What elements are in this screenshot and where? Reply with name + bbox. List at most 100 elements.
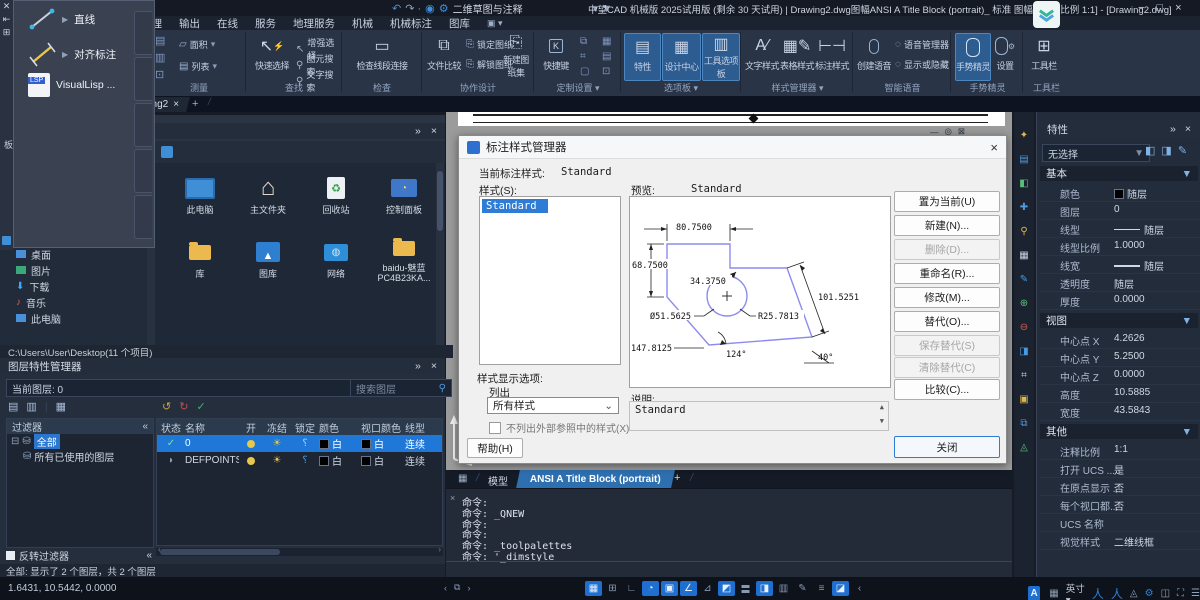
quick-select-button[interactable]: ↖⚡ 快速选择 [250,33,294,79]
quick-select-icon[interactable]: ✎ [1178,144,1187,157]
share-icon[interactable]: ◬ [1130,588,1138,599]
check-segments-button[interactable]: ▭ 检查线段连接 [346,33,418,79]
side-toolbar-icon[interactable]: ⊕ [1017,296,1032,311]
menu-tab-online[interactable]: 在线 [217,16,238,31]
window-layout-icon[interactable]: ◫ [1161,588,1170,599]
voice-toggle-button[interactable]: ◌显示或隐藏 [895,58,949,71]
apply-icon[interactable]: ✓ [196,400,205,413]
minimize-icon[interactable]: − [1138,2,1144,14]
tool-palettes-button[interactable]: ▥ 工具选项板 [702,33,740,81]
settings-gear-icon[interactable]: ⚙ [1145,588,1154,599]
section-other[interactable]: 其他▼ [1040,424,1198,439]
palette-item-visuallisp[interactable]: LSP VisualLisp ... [28,73,115,97]
prop-row-layer[interactable]: 图层0 [1040,201,1200,220]
redo-icon[interactable]: ↷ · [405,2,421,15]
side-toolbar-icon[interactable]: ◨ [1017,344,1032,359]
otrack-toggle-icon[interactable]: ∠ [680,581,697,596]
side-toolbar-icon[interactable]: ⚲ [1017,224,1032,239]
tree-item-music[interactable]: ♪音乐 [0,294,152,310]
prop-row-linetype[interactable]: 线型随层 [1040,219,1200,238]
menu-tab-mech-dim[interactable]: 机械标注 [390,16,432,31]
explorer-close-icon[interactable]: × [431,125,437,137]
explorer-item-home[interactable]: ⌂ 主文件夹 [236,173,300,216]
modify-style-button[interactable]: 修改(M)... [894,287,1000,308]
palette-tab[interactable] [134,57,152,101]
new-doc-tab-button[interactable]: + [192,98,198,110]
annotation-a-icon[interactable]: A [1028,586,1040,600]
tree-item-pictures[interactable]: 图片 [0,262,152,278]
menu-tab-mech[interactable]: 机械 [352,16,373,31]
menu-tab-library[interactable]: 图库 [449,16,470,31]
prop-row-ucs-name[interactable]: UCS 名称 [1040,513,1200,532]
compare-button[interactable]: 比较(C)... [894,379,1000,400]
prop-row-visual-style[interactable]: 视觉样式二维线框 [1040,531,1200,550]
palette-tab[interactable] [134,103,152,147]
side-toolbar-icon[interactable]: ✎ [1017,272,1032,287]
assistant-icon[interactable]: 人 [1092,585,1104,600]
prop-row-thickness[interactable]: 厚度0.0000 [1040,291,1200,310]
linetype[interactable]: 连续 [405,435,439,452]
explorer-item-recycle-bin[interactable]: ♻ 回收站 [304,173,368,216]
new-layer-vp-icon[interactable]: ▥ [26,400,36,413]
ribbon-collapse-icon[interactable]: ▣ ▾ [487,18,503,29]
snap-toggle-icon[interactable]: ⊞ [604,581,621,596]
status-menu-icon[interactable]: ☰ [1191,588,1200,599]
area-button[interactable]: ▱面积▾ [179,38,215,51]
layer-hscrollbar[interactable]: ‹› [156,548,443,556]
gear-icon[interactable]: ⚙ [439,2,449,15]
layer-collapse-icon[interactable]: » [415,360,421,372]
dim-style-button[interactable]: ⊢⊣ 标注样式 [815,33,849,79]
transparency-toggle-icon[interactable]: ◨ [756,581,773,596]
filter-item-all[interactable]: ⊟⛁全部 [7,434,153,449]
layer-color[interactable]: 白 [319,452,361,469]
tree-item-this-pc[interactable]: 此电脑 [0,310,152,326]
prop-row-lineweight[interactable]: 线宽随层 [1040,255,1200,274]
spinner-up-icon[interactable]: ▲ [880,403,884,411]
style-listbox[interactable]: Standard [479,196,621,365]
prop-row-ucs-on[interactable]: 打开 UCS ...是 [1040,459,1200,478]
gesture-settings-button[interactable]: ⚙ 设置 [991,33,1019,79]
side-toolbar-icon[interactable]: ✦ [1017,128,1032,143]
properties-collapse-icon[interactable]: » [1170,123,1176,135]
linetype[interactable]: 连续 [405,452,439,469]
assistant-icon[interactable]: 人 [1111,585,1123,600]
doc-tab-close-icon[interactable]: × [173,99,179,110]
undo-layer-icon[interactable]: ↺ [162,400,171,413]
style-list-item-standard[interactable]: Standard [482,199,548,213]
explorer-item-network[interactable]: ◍ 网络 [304,237,368,280]
tab-ansi-a[interactable]: ANSI A Title Block (portrait) [516,470,675,488]
new-sheetset-button[interactable]: ⎘ 新建图纸集 [500,33,532,79]
polar-toggle-icon[interactable]: ◔ [642,581,659,596]
dialog-close-icon[interactable]: × [990,140,998,155]
table-style-button[interactable]: ▦✎ 表格样式 [780,33,814,79]
list-button[interactable]: ▤列表▾ [179,60,217,73]
side-toolbar-icon[interactable]: ▦ [1017,248,1032,263]
autoscale-toggle-icon[interactable]: ≡ [813,581,830,596]
layer-on-icon[interactable] [239,435,263,452]
voice-manager-button[interactable]: ◌语音管理器 [895,38,949,51]
design-center-button[interactable]: ▦ 设计中心 [662,33,701,81]
command-panel[interactable]: × 命令: 命令: _QNEW 命令: 命令: 命令: _toolpalette… [446,488,1012,578]
redo-layer-icon[interactable]: ↻ [179,400,188,413]
custom-settings-icons[interactable]: ⧉▦⌗▤▢⊡ [580,36,618,77]
new-style-button[interactable]: 新建(N)... [894,215,1000,236]
grid-toggle-icon[interactable]: ▦ [585,581,602,596]
new-layer-icon[interactable]: ▤ [8,400,18,413]
hotkey-button[interactable]: K 快捷键 [538,33,574,79]
tree-item-downloads[interactable]: ⬇下载 [0,278,152,294]
filter-item-used[interactable]: ⛁所有已使用的图层 [7,449,153,464]
annotation-toggle-icon[interactable]: ✎ [794,581,811,596]
more-toggles-icon[interactable]: ‹ [851,581,868,596]
rename-style-button[interactable]: 重命名(R)... [894,263,1000,284]
side-toolbar-icon[interactable]: ⧉ [1017,416,1032,431]
palette-close-icon[interactable]: ✕ [0,0,13,13]
toolbars-button[interactable]: ⊞ 工具栏 [1027,33,1061,79]
explorer-scrollbar[interactable] [436,163,444,345]
xref-checkbox[interactable]: 不列出外部参照中的样式(X) [489,420,629,435]
palette-pin-icon[interactable]: ⇤ [0,13,13,26]
layer-color[interactable]: 白 [319,435,361,452]
explorer-item-gallery[interactable]: ▲ 图库 [236,237,300,280]
prop-row-transparency[interactable]: 透明度随层 [1040,273,1200,292]
prop-row-ucs-origin[interactable]: 在原点显示 ...否 [1040,477,1200,496]
close-button[interactable]: 关闭 [894,436,1000,458]
